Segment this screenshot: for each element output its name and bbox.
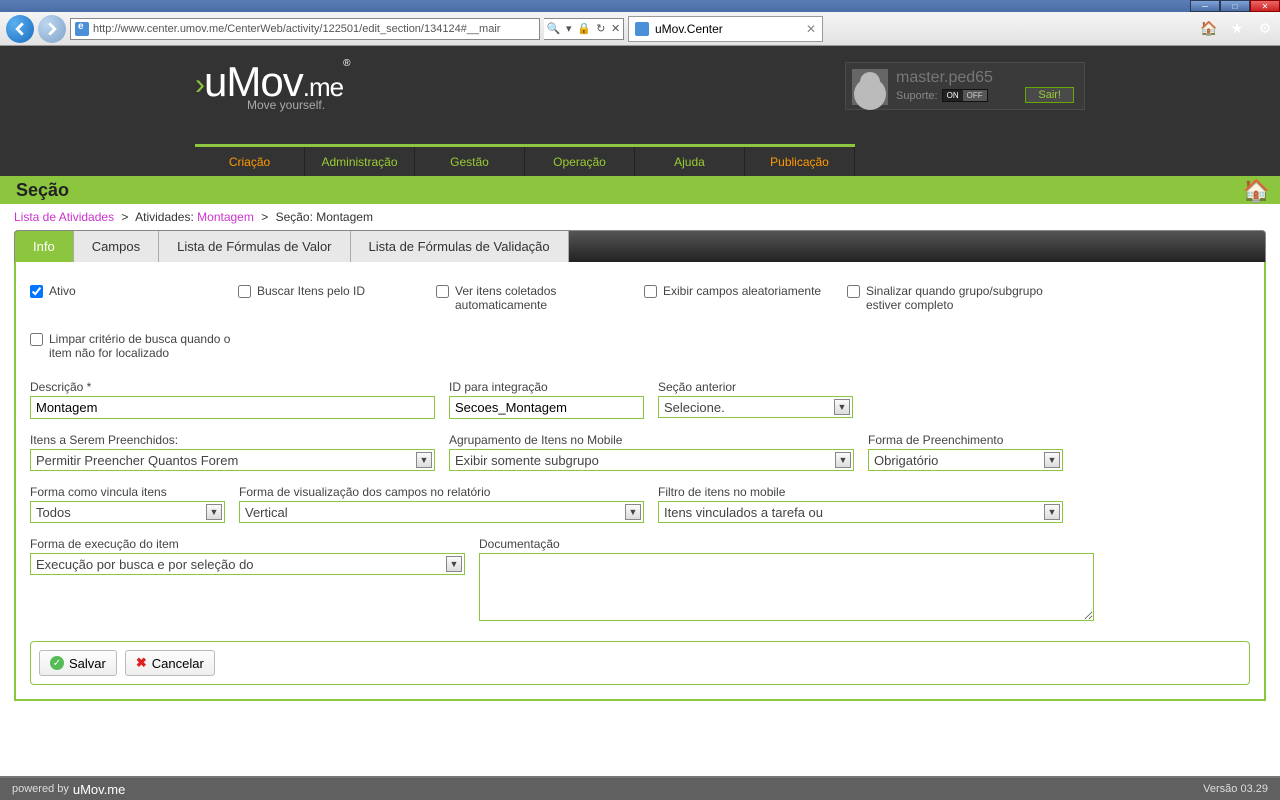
tab-formulas-validacao[interactable]: Lista de Fórmulas de Validação bbox=[351, 231, 569, 262]
textarea-doc[interactable] bbox=[479, 553, 1094, 621]
top-nav: Criação Administração Gestão Operação Aj… bbox=[195, 144, 855, 176]
x-icon: ✖ bbox=[136, 655, 147, 671]
home-icon[interactable]: 🏠 bbox=[1200, 20, 1218, 38]
field-secant: Seção anterior Selecione.▼ bbox=[658, 380, 853, 419]
chk-ver[interactable]: Ver itens coletados automaticamente bbox=[436, 284, 636, 312]
browser-toolbar: http://www.center.umov.me/CenterWeb/acti… bbox=[0, 12, 1280, 46]
support-toggle[interactable]: ONOFF bbox=[942, 89, 988, 102]
form-panel: Ativo Buscar Itens pelo ID Ver itens col… bbox=[14, 262, 1266, 701]
footer-version: Versão 03.29 bbox=[1203, 783, 1268, 795]
logout-button[interactable]: Sair! bbox=[1025, 87, 1074, 103]
url-text: http://www.center.umov.me/CenterWeb/acti… bbox=[93, 23, 500, 35]
nav-gestao[interactable]: Gestão bbox=[415, 147, 525, 176]
select-forma-vinc[interactable]: Todos▼ bbox=[30, 501, 225, 523]
ie-favicon-icon bbox=[75, 22, 89, 36]
window-titlebar: ─ □ ✕ bbox=[0, 0, 1280, 12]
chk-sinal[interactable]: Sinalizar quando grupo/subgrupo estiver … bbox=[847, 284, 1067, 312]
window-minimize[interactable]: ─ bbox=[1190, 0, 1220, 12]
tab-strip: Info Campos Lista de Fórmulas de Valor L… bbox=[14, 230, 1266, 262]
bc-lista[interactable]: Lista de Atividades bbox=[14, 210, 114, 224]
chk-limpar[interactable]: Limpar critério de busca quando o item n… bbox=[30, 332, 240, 360]
window-close[interactable]: ✕ bbox=[1250, 0, 1280, 12]
tab-campos[interactable]: Campos bbox=[74, 231, 159, 262]
field-itens: Itens a Serem Preenchidos: Permitir Pree… bbox=[30, 433, 435, 471]
nav-criacao[interactable]: Criação bbox=[195, 147, 305, 176]
field-agrup: Agrupamento de Itens no Mobile Exibir so… bbox=[449, 433, 854, 471]
chevron-down-icon: ▼ bbox=[1044, 504, 1060, 520]
window-maximize[interactable]: □ bbox=[1220, 0, 1250, 12]
bc-montagem[interactable]: Montagem bbox=[197, 210, 254, 224]
chk-ativo[interactable]: Ativo bbox=[30, 284, 230, 312]
cancel-button[interactable]: ✖Cancelar bbox=[125, 650, 215, 676]
section-bar: Seção 🏠 bbox=[0, 176, 1280, 204]
select-filtro[interactable]: Itens vinculados a tarefa ou▼ bbox=[658, 501, 1063, 523]
nav-ajuda[interactable]: Ajuda bbox=[635, 147, 745, 176]
chevron-down-icon: ▼ bbox=[835, 452, 851, 468]
logo: ›uMov.me® Move yourself. bbox=[195, 58, 349, 112]
support-label: Suporte: bbox=[896, 90, 938, 102]
chevron-down-icon: ▼ bbox=[834, 399, 850, 415]
search-icon[interactable]: 🔍 bbox=[547, 22, 561, 35]
field-forma-vinc: Forma como vincula itens Todos▼ bbox=[30, 485, 225, 523]
chevron-down-icon: ▼ bbox=[206, 504, 222, 520]
avatar bbox=[852, 69, 888, 105]
tab-close-icon[interactable]: ✕ bbox=[806, 22, 816, 36]
tab-favicon-icon bbox=[635, 22, 649, 36]
breadcrumb: Lista de Atividades > Atividades: Montag… bbox=[0, 204, 1280, 230]
section-home-icon[interactable]: 🏠 bbox=[1243, 178, 1270, 204]
footer: powered by uMov.me Versão 03.29 bbox=[0, 776, 1280, 800]
forward-button[interactable] bbox=[38, 15, 66, 43]
lock-icon: 🔒 bbox=[577, 22, 591, 35]
field-doc: Documentação bbox=[479, 537, 1094, 621]
select-secant[interactable]: Selecione.▼ bbox=[658, 396, 853, 418]
tab-formulas-valor[interactable]: Lista de Fórmulas de Valor bbox=[159, 231, 350, 262]
address-bar[interactable]: http://www.center.umov.me/CenterWeb/acti… bbox=[70, 18, 540, 40]
user-pod: master.ped65 Suporte: ONOFF Sair! bbox=[845, 62, 1085, 110]
favorites-icon[interactable]: ★ bbox=[1228, 20, 1246, 38]
app-header: ›uMov.me® Move yourself. master.ped65 Su… bbox=[0, 46, 1280, 176]
tab-title: uMov.Center bbox=[655, 22, 723, 36]
stop-icon[interactable]: ✕ bbox=[611, 22, 620, 35]
chk-exibir[interactable]: Exibir campos aleatoriamente bbox=[644, 284, 839, 312]
save-button[interactable]: ✓Salvar bbox=[39, 650, 117, 676]
input-descricao[interactable] bbox=[30, 396, 435, 419]
input-idint[interactable] bbox=[449, 396, 644, 419]
select-itens[interactable]: Permitir Preencher Quantos Forem▼ bbox=[30, 449, 435, 471]
chk-buscar[interactable]: Buscar Itens pelo ID bbox=[238, 284, 428, 312]
user-name: master.ped65 bbox=[896, 69, 993, 87]
bc-secao: Seção: Montagem bbox=[276, 210, 373, 224]
refresh-icon[interactable]: ↻ bbox=[596, 22, 605, 35]
button-bar: ✓Salvar ✖Cancelar bbox=[30, 641, 1250, 685]
field-idint: ID para integração bbox=[449, 380, 644, 419]
url-controls[interactable]: 🔍▾ 🔒 ↻ ✕ bbox=[544, 18, 624, 40]
field-filtro: Filtro de itens no mobile Itens vinculad… bbox=[658, 485, 1063, 523]
chevron-down-icon: ▼ bbox=[1044, 452, 1060, 468]
back-button[interactable] bbox=[6, 15, 34, 43]
tab-info[interactable]: Info bbox=[15, 231, 74, 262]
tools-icon[interactable]: ⚙ bbox=[1256, 20, 1274, 38]
field-forma-exec: Forma de execução do item Execução por b… bbox=[30, 537, 465, 621]
select-forma-exec[interactable]: Execução por busca e por seleção do▼ bbox=[30, 553, 465, 575]
nav-admin[interactable]: Administração bbox=[305, 147, 415, 176]
field-forma-preench: Forma de Preenchimento Obrigatório▼ bbox=[868, 433, 1063, 471]
section-title: Seção bbox=[16, 180, 69, 201]
select-forma-preench[interactable]: Obrigatório▼ bbox=[868, 449, 1063, 471]
select-agrup[interactable]: Exibir somente subgrupo▼ bbox=[449, 449, 854, 471]
chevron-down-icon: ▼ bbox=[416, 452, 432, 468]
footer-brand: uMov.me bbox=[73, 782, 126, 797]
nav-publicacao[interactable]: Publicação bbox=[745, 147, 855, 176]
bc-atividades: Atividades: bbox=[135, 210, 194, 224]
chevron-down-icon: ▼ bbox=[625, 504, 641, 520]
chevron-down-icon: ▼ bbox=[446, 556, 462, 572]
select-forma-vis[interactable]: Vertical▼ bbox=[239, 501, 644, 523]
nav-operacao[interactable]: Operação bbox=[525, 147, 635, 176]
footer-powered: powered by bbox=[12, 783, 69, 795]
check-icon: ✓ bbox=[50, 656, 64, 670]
field-forma-vis: Forma de visualização dos campos no rela… bbox=[239, 485, 644, 523]
browser-tab[interactable]: uMov.Center ✕ bbox=[628, 16, 823, 42]
field-descricao: Descrição * bbox=[30, 380, 435, 419]
